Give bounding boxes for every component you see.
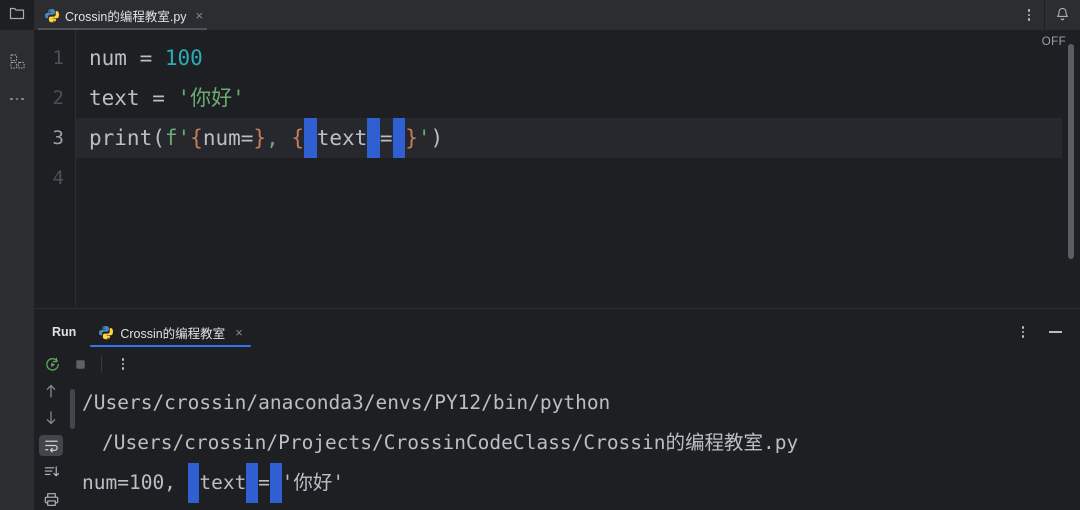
bell-icon[interactable] bbox=[1044, 0, 1080, 30]
selected-whitespace bbox=[187, 463, 200, 503]
line-number: 4 bbox=[52, 167, 64, 189]
code-token: ' bbox=[417, 126, 431, 150]
editor-tab-crossin-py[interactable]: Crossin的编程教室.py × bbox=[34, 0, 212, 30]
run-panel-title: Run bbox=[52, 325, 77, 339]
run-body: Run Crossin的编程教室 × /Users/crossin/anacon… bbox=[34, 315, 1080, 510]
arrow-up-icon[interactable] bbox=[39, 381, 63, 401]
code-token: { bbox=[291, 126, 305, 150]
code-token: = bbox=[258, 471, 270, 494]
code-line[interactable]: num = 100 bbox=[76, 38, 1062, 78]
console-scrollbar[interactable] bbox=[70, 389, 75, 429]
code-line[interactable]: text = '你好' bbox=[76, 78, 1062, 118]
run-toolbar bbox=[34, 349, 1080, 379]
top-bar-actions bbox=[1014, 0, 1080, 30]
close-icon[interactable]: × bbox=[235, 326, 243, 339]
project-toggle-button[interactable] bbox=[0, 0, 34, 30]
top-bar: Crossin的编程教室.py × bbox=[0, 0, 1080, 30]
close-icon[interactable]: × bbox=[196, 9, 204, 22]
more-vertical-icon[interactable] bbox=[1014, 0, 1044, 30]
python-file-icon bbox=[98, 325, 114, 340]
more-vertical-icon[interactable] bbox=[111, 352, 135, 376]
console-line: /Users/crossin/anaconda3/envs/PY12/bin/p… bbox=[82, 383, 1080, 423]
selected-whitespace bbox=[269, 463, 282, 503]
structure-icon[interactable] bbox=[8, 52, 26, 70]
code-area[interactable]: num = 100 text = '你好' print(f'{num=}, { te… bbox=[76, 30, 1062, 308]
print-icon[interactable] bbox=[39, 490, 63, 510]
code-token: = bbox=[379, 126, 393, 150]
code-token: f bbox=[164, 126, 178, 150]
arrow-down-icon[interactable] bbox=[39, 408, 63, 428]
run-header-actions bbox=[1008, 317, 1080, 347]
code-editor[interactable]: 1234 num = 100 text = '你好' print(f'{num=},… bbox=[34, 30, 1080, 308]
editor-tabstrip: Crossin的编程教室.py × bbox=[34, 0, 1014, 30]
soft-wrap-icon[interactable] bbox=[39, 435, 63, 456]
run-tool-window: Run Crossin的编程教室 × /Users/crossin/anacon… bbox=[0, 315, 1080, 510]
console-output[interactable]: /Users/crossin/anaconda3/envs/PY12/bin/p… bbox=[68, 379, 1080, 510]
run-tab-crossin[interactable]: Crossin的编程教室 × bbox=[90, 315, 252, 349]
code-token: print( bbox=[89, 126, 165, 150]
code-token: { bbox=[190, 126, 203, 150]
console-gutter bbox=[34, 379, 68, 510]
inspection-status-label: OFF bbox=[1041, 36, 1066, 48]
code-token: text bbox=[89, 86, 153, 110]
run-header: Run Crossin的编程教室 × bbox=[34, 315, 1080, 349]
code-token: = bbox=[139, 46, 165, 70]
run-content: /Users/crossin/anaconda3/envs/PY12/bin/p… bbox=[34, 379, 1080, 510]
code-token: 100 bbox=[164, 46, 203, 70]
line-number: 3 bbox=[52, 127, 64, 149]
line-number-gutter: 1 2 3 4 bbox=[34, 30, 76, 308]
code-token: } bbox=[405, 126, 418, 150]
folder-icon bbox=[9, 6, 25, 25]
line-number: 2 bbox=[52, 87, 64, 109]
code-token: num bbox=[89, 46, 140, 70]
code-token: /Users/crossin/Projects/CrossinCodeClass… bbox=[102, 431, 799, 454]
code-token: , bbox=[266, 126, 279, 150]
console-line: /Users/crossin/Projects/CrossinCodeClass… bbox=[82, 423, 1080, 463]
code-token: num= bbox=[202, 126, 254, 150]
selected-whitespace bbox=[392, 118, 406, 158]
code-token: '你好' bbox=[177, 86, 245, 110]
run-tab-label: Crossin的编程教室 bbox=[120, 326, 226, 341]
code-token: /Users/crossin/anaconda3/envs/PY12/bin/p… bbox=[82, 391, 611, 414]
code-line[interactable] bbox=[76, 158, 1062, 198]
vertical-scrollbar[interactable] bbox=[1068, 44, 1074, 259]
run-left-rail bbox=[0, 315, 34, 510]
python-file-icon bbox=[44, 8, 59, 23]
selected-whitespace bbox=[304, 118, 317, 158]
scroll-to-end-icon[interactable] bbox=[39, 463, 63, 483]
editor-tab-label: Crossin的编程教室.py bbox=[65, 9, 187, 24]
code-token: ' bbox=[177, 126, 191, 150]
code-token: '你好' bbox=[281, 471, 345, 494]
editor-region: 1234 num = 100 text = '你好' print(f'{num=},… bbox=[0, 30, 1080, 308]
code-token: } bbox=[253, 126, 267, 150]
more-horizontal-icon[interactable] bbox=[8, 90, 26, 108]
selected-whitespace bbox=[246, 463, 259, 503]
line-number: 1 bbox=[52, 47, 64, 69]
code-line[interactable]: print(f'{num=}, { text = }') bbox=[76, 118, 1062, 158]
stop-icon[interactable] bbox=[68, 352, 92, 376]
editor-run-splitter[interactable] bbox=[0, 308, 1080, 315]
code-token: ) bbox=[430, 126, 444, 150]
toolbar-divider bbox=[101, 356, 102, 372]
left-tool-rail bbox=[0, 30, 34, 308]
code-token: num=100, bbox=[82, 471, 188, 494]
rerun-icon[interactable] bbox=[40, 352, 64, 376]
code-token: = bbox=[152, 86, 178, 110]
ide-window: Crossin的编程教室.py × 1 2 3 4 num = 100 text… bbox=[0, 0, 1080, 510]
code-token: text bbox=[199, 471, 247, 494]
selected-whitespace bbox=[367, 118, 380, 158]
more-vertical-icon[interactable] bbox=[1008, 317, 1038, 347]
code-token: text bbox=[316, 126, 368, 150]
minimize-icon[interactable] bbox=[1040, 317, 1070, 347]
console-line: num=100, text = '你好' bbox=[82, 463, 1080, 503]
